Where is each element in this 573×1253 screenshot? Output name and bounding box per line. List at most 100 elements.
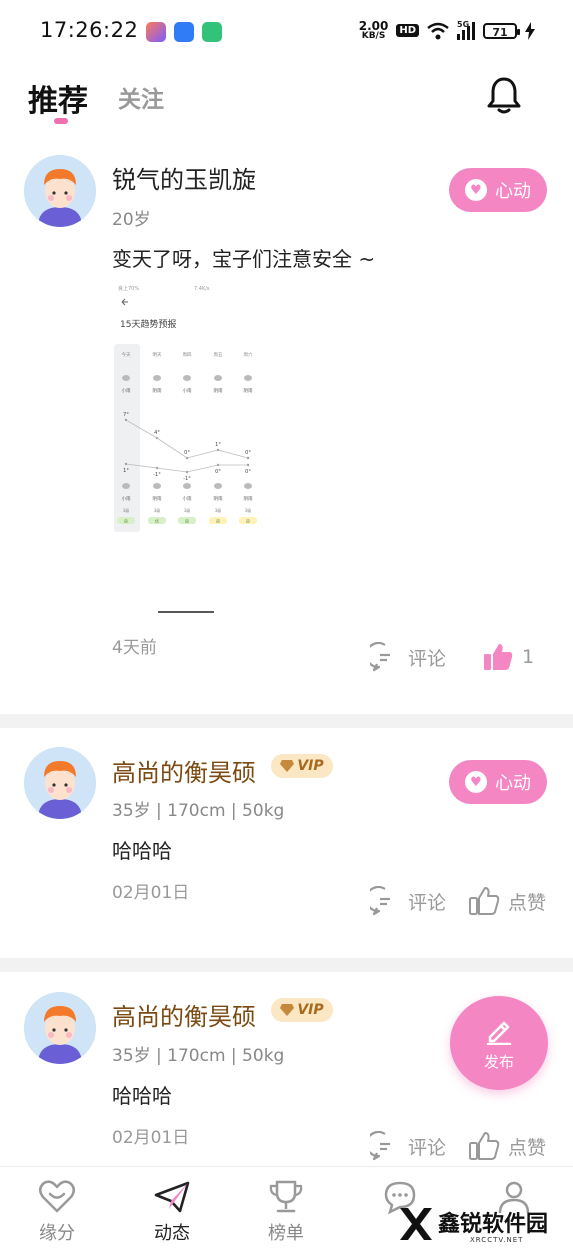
cloud-rain-icon [153,375,161,381]
forecast-day-weather: 小雨 [122,387,131,394]
comment-icon [370,886,390,916]
forecast-day-label: 周五 [214,352,223,358]
heart-button[interactable]: ♥ 心动 [449,760,547,804]
net-speed-unit: KB/S [361,31,386,41]
image-header-right: 7.4K/s [194,286,210,292]
heart-button-label: 心动 [495,181,531,202]
trophy-icon [269,1180,303,1213]
forecast-low-temp: 0° [215,469,221,475]
forecast-high-temp: 4° [154,430,160,436]
forecast-wind: 3级 [245,507,252,513]
forecast-aqi-label: 良 [216,518,220,524]
phone-app-icon [202,22,222,42]
post-content: 哈哈哈 [112,839,172,863]
nav-label: 榜单 [268,1223,304,1244]
vip-label: VIP [297,1002,324,1018]
thumb-button[interactable]: 点赞 [468,1131,546,1161]
header: 推荐 关注 [0,66,573,132]
avatar[interactable] [24,992,96,1064]
watermark-text: 鑫锐软件园 [438,1212,549,1237]
watermark: 鑫锐软件园 XRCCTV.NET [396,1202,556,1248]
user-meta: 35岁 | 170cm | 50kg [112,1046,285,1066]
post-divider [0,958,573,972]
publish-button[interactable]: 发布 [450,996,548,1090]
username[interactable]: 高尚的衡昊硕 [112,997,256,1032]
charging-icon [525,21,535,40]
nav-label: 缘分 [39,1223,75,1244]
forecast-night-weather: 小雨 [183,495,192,502]
forecast-day-label: 周四 [183,352,192,358]
username[interactable]: 锐气的玉凯旋 [112,160,256,195]
watermark-subtext: XRCCTV.NET [470,1236,524,1244]
thumb-label: 点赞 [508,891,547,914]
network-type: 5G [457,19,470,29]
signal-icon: 5G [457,19,475,40]
vip-label: VIP [297,758,324,774]
cloud-rain-icon [214,375,222,381]
heart-button[interactable]: ♥ 心动 [449,168,547,212]
comment-icon [370,1131,390,1161]
status-time: 17:26:22 [40,18,139,42]
comment-icon [370,642,390,672]
user-meta: 20岁 [112,210,151,230]
thumbs-up-icon [484,644,513,670]
comment-label: 评论 [408,891,447,914]
bell-icon[interactable] [487,76,521,114]
forecast-low-temp: -1° [153,472,161,478]
forecast-high-temp: 1° [215,442,221,448]
network-speed: 2.00 KB/S [359,20,389,41]
forecast-aqi-label: 良 [246,518,250,524]
pencil-icon [486,1021,512,1045]
avatar[interactable] [24,155,96,227]
forecast-night-weather: 阴雨 [153,495,162,502]
post-image[interactable]: 良上70% 7.4K/s 15天趋势预报 今天 小雨 7° 1° 小雨 3级良 明天 阴雨 4°… [112,280,272,620]
forecast-high-temp: 7° [123,412,129,418]
username[interactable]: 高尚的衡昊硕 [112,753,256,788]
image-header-left: 良上70% [118,285,139,292]
forecast-low-temp: 0° [245,469,251,475]
cloud-rain-icon [153,483,161,489]
forecast-day-label: 今天 [122,351,131,358]
cloud-rain-icon [183,375,191,381]
avatar[interactable] [24,747,96,819]
vip-badge: VIP [271,998,333,1022]
forecast-high-temp: 0° [245,450,251,456]
thumb-button[interactable]: 点赞 [468,886,546,916]
thumbs-up-icon [469,1132,500,1160]
heart-icon: ♥ [465,771,487,793]
thumbs-up-icon [469,887,500,915]
forecast-night-weather: 阴雨 [244,495,253,502]
post-time: 02月01日 [112,1128,190,1148]
notification-app-icon [146,22,166,42]
wifi-icon [427,22,449,39]
nav-item-feed[interactable]: 动态 [132,1179,212,1245]
cloud-rain-icon [183,483,191,489]
forecast-night-weather: 阴雨 [214,495,223,502]
forecast-day-weather: 小雨 [183,387,192,394]
comment-button[interactable]: 评论 [370,886,446,916]
tab-follow[interactable]: 关注 [118,80,164,114]
cloud-rain-icon [122,375,130,381]
comment-button[interactable]: 评论 [370,1131,446,1161]
thumb-button[interactable]: 1 [482,642,534,672]
image-title: 15天趋势预报 [120,318,176,330]
forecast-low-temp: 1° [123,468,129,474]
forecast-wind: 3级 [184,507,191,513]
cloud-rain-icon [122,483,130,489]
status-indicators: 2.00 KB/S HD 5G 71 [359,20,535,41]
forecast-day-weather: 阴雨 [153,387,162,394]
forecast-wind: 3级 [123,507,130,513]
forecast-day-weather: 阴雨 [214,387,223,394]
tab-recommend[interactable]: 推荐 [28,76,88,120]
cloud-rain-icon [244,483,252,489]
thumb-label: 点赞 [508,1136,547,1159]
thumb-count: 1 [522,646,535,668]
nav-item-match[interactable]: 缘分 [17,1179,97,1245]
active-tab-indicator [54,118,68,124]
comment-button[interactable]: 评论 [370,642,446,672]
comment-label: 评论 [408,1136,447,1159]
nav-item-ranking[interactable]: 榜单 [246,1179,326,1245]
heart-icon: ♥ [465,179,487,201]
forecast-night-weather: 小雨 [122,495,131,502]
forecast-wind: 3级 [154,507,161,513]
